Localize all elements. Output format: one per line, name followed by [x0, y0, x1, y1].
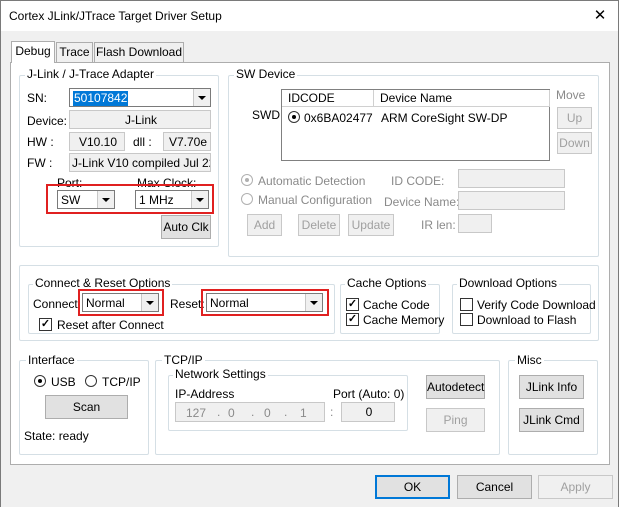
cache-options-label: Cache Options: [345, 276, 429, 290]
hw-value: V10.10: [69, 132, 125, 151]
id-code-input[interactable]: [458, 169, 565, 188]
reset-after-connect-label: Reset after Connect: [57, 318, 164, 332]
update-button[interactable]: Update: [348, 214, 394, 236]
ir-len-input[interactable]: [458, 214, 492, 233]
device-name-label: Device Name:: [384, 195, 460, 209]
tcpip-radio[interactable]: [85, 375, 97, 387]
device-label: Device:: [27, 114, 68, 128]
automatic-detection-radio[interactable]: [241, 174, 253, 186]
ip-dot: .: [251, 405, 255, 419]
move-up-button[interactable]: Up: [557, 107, 592, 129]
sw-device-list[interactable]: IDCODE Device Name 0x6BA02477 ARM CoreSi…: [281, 89, 550, 161]
usb-label: USB: [51, 375, 76, 389]
device-name-column-header[interactable]: Device Name: [374, 90, 550, 107]
delete-button[interactable]: Delete: [298, 214, 340, 236]
download-to-flash-checkbox[interactable]: [460, 313, 473, 326]
sn-dropdown-icon[interactable]: [193, 89, 210, 106]
dialog-footer: OK Cancel Apply: [1, 469, 618, 507]
tcpip-group-label: TCP/IP: [162, 353, 205, 367]
jlink-info-button[interactable]: JLink Info: [519, 375, 584, 399]
verify-code-download-label: Verify Code Download: [477, 298, 596, 312]
ip-octet-3: 0: [264, 406, 271, 420]
dll-value: V7.70e: [163, 132, 211, 151]
sw-device-row-radio[interactable]: [288, 111, 300, 123]
verify-code-download-checkbox[interactable]: [460, 298, 473, 311]
misc-label: Misc: [515, 353, 544, 367]
device-name-input[interactable]: [458, 191, 565, 210]
add-button[interactable]: Add: [247, 214, 282, 236]
port-clock-highlight: [46, 184, 214, 214]
move-down-button[interactable]: Down: [557, 132, 592, 154]
reset-label: Reset:: [170, 297, 205, 311]
auto-clk-button[interactable]: Auto Clk: [161, 215, 211, 239]
sw-device-idcode: 0x6BA02477: [304, 111, 373, 125]
download-options-label: Download Options: [457, 276, 560, 290]
interface-state: State: ready: [24, 429, 89, 443]
manual-configuration-label: Manual Configuration: [258, 193, 373, 207]
scan-button[interactable]: Scan: [45, 395, 128, 419]
dll-label: dll :: [133, 135, 152, 149]
cache-code-label: Cache Code: [363, 298, 430, 312]
ping-button[interactable]: Ping: [426, 408, 485, 432]
port-auto-label: Port (Auto: 0): [333, 387, 405, 401]
tcp-port-input[interactable]: 0: [341, 402, 395, 422]
title-bar: Cortex JLink/JTrace Target Driver Setup …: [1, 1, 618, 31]
id-code-label: ID CODE:: [391, 174, 445, 188]
cache-code-checkbox[interactable]: [346, 298, 359, 311]
autodetect-button[interactable]: Autodetect: [426, 375, 485, 399]
window-title: Cortex JLink/JTrace Target Driver Setup: [9, 9, 222, 23]
sw-device-label: SW Device: [234, 67, 298, 81]
port-separator: :: [330, 405, 334, 419]
tcpip-radio-label: TCP/IP: [102, 375, 141, 389]
tab-flash-download[interactable]: Flash Download: [94, 42, 184, 62]
close-icon[interactable]: ✕: [587, 4, 613, 28]
dialog-window: Cortex JLink/JTrace Target Driver Setup …: [0, 0, 619, 507]
reset-highlight: [201, 289, 329, 316]
sw-device-name: ARM CoreSight SW-DP: [381, 111, 508, 125]
reset-after-connect-checkbox[interactable]: [39, 318, 52, 331]
download-to-flash-label: Download to Flash: [477, 313, 577, 327]
network-settings-label: Network Settings: [173, 367, 268, 381]
ok-button[interactable]: OK: [375, 475, 450, 499]
hw-label: HW :: [27, 135, 54, 149]
fw-label: FW :: [27, 156, 53, 170]
cancel-button[interactable]: Cancel: [457, 475, 532, 499]
tab-debug[interactable]: Debug: [11, 41, 55, 63]
sn-label: SN:: [27, 91, 48, 105]
fw-value: J-Link V10 compiled Jul 22 20: [69, 153, 211, 172]
idcode-column-header[interactable]: IDCODE: [282, 90, 374, 107]
ip-dot: .: [284, 405, 288, 419]
device-value: J-Link: [69, 110, 211, 129]
usb-radio[interactable]: [34, 375, 46, 387]
jlink-cmd-button[interactable]: JLink Cmd: [519, 408, 584, 432]
cache-memory-label: Cache Memory: [363, 313, 445, 327]
move-label: Move: [556, 88, 586, 102]
ip-octet-1: 127: [186, 406, 207, 420]
manual-configuration-radio[interactable]: [241, 193, 253, 205]
sn-value: 50107842: [73, 91, 129, 106]
ip-dot: .: [217, 405, 221, 419]
apply-button[interactable]: Apply: [538, 475, 613, 499]
ip-address-label: IP-Address: [175, 387, 235, 401]
interface-label: Interface: [26, 353, 77, 367]
ir-len-label: IR len:: [421, 218, 456, 232]
connect-highlight: [78, 289, 164, 316]
automatic-detection-label: Automatic Detection: [258, 174, 366, 188]
cache-memory-checkbox[interactable]: [346, 313, 359, 326]
connect-label: Connect:: [33, 297, 82, 311]
ip-address-input[interactable]: 127 . 0 . 0 . 1: [175, 402, 325, 422]
tab-trace[interactable]: Trace: [56, 42, 93, 62]
jlink-group-label: J-Link / J-Trace Adapter: [25, 67, 156, 81]
ip-octet-2: 0: [228, 406, 235, 420]
ip-octet-4: 1: [300, 406, 307, 420]
swd-label: SWD: [252, 108, 280, 122]
sn-combo[interactable]: 50107842: [69, 88, 211, 107]
